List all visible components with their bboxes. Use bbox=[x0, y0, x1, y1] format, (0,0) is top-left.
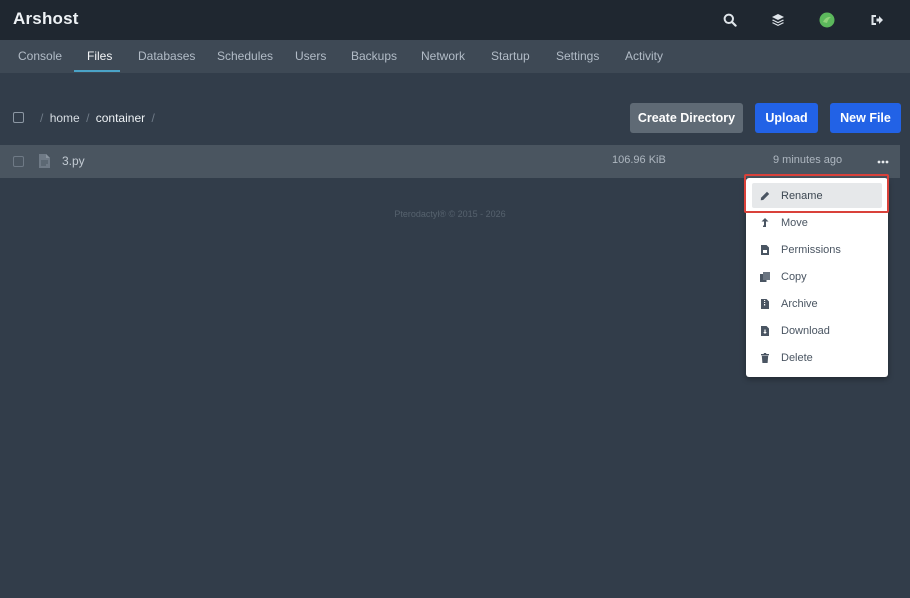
menu-item-label: Rename bbox=[781, 189, 823, 202]
tab-files[interactable]: Files bbox=[87, 40, 112, 73]
breadcrumb-container[interactable]: container bbox=[96, 111, 145, 125]
tab-settings[interactable]: Settings bbox=[556, 40, 599, 73]
file-name[interactable]: 3.py bbox=[62, 154, 85, 168]
tab-console[interactable]: Console bbox=[18, 40, 62, 73]
menu-item-move[interactable]: Move bbox=[752, 210, 882, 235]
move-arrow-icon bbox=[759, 217, 771, 229]
avatar[interactable] bbox=[818, 11, 836, 29]
tab-schedules[interactable]: Schedules bbox=[217, 40, 273, 73]
app-title[interactable]: Arshost bbox=[13, 9, 79, 29]
file-select-checkbox[interactable] bbox=[13, 156, 24, 167]
tab-users[interactable]: Users bbox=[295, 40, 326, 73]
trash-icon bbox=[759, 352, 771, 364]
menu-item-label: Delete bbox=[781, 351, 813, 364]
file-size: 106.96 KiB bbox=[612, 154, 666, 166]
logout-icon[interactable] bbox=[868, 11, 886, 29]
pencil-icon bbox=[759, 190, 771, 202]
file-row[interactable]: 3.py 106.96 KiB 9 minutes ago bbox=[0, 145, 900, 178]
menu-item-label: Download bbox=[781, 324, 830, 337]
breadcrumb-separator: / bbox=[40, 111, 44, 125]
file-context-menu: Rename Move Permissions Copy Archive Dow… bbox=[746, 178, 888, 377]
breadcrumb-separator: / bbox=[151, 111, 155, 125]
search-icon[interactable] bbox=[721, 11, 739, 29]
breadcrumb-separator: / bbox=[86, 111, 90, 125]
menu-item-rename[interactable]: Rename bbox=[752, 183, 882, 208]
menu-item-permissions[interactable]: Permissions bbox=[752, 237, 882, 262]
create-directory-button[interactable]: Create Directory bbox=[630, 103, 743, 133]
file-modified: 9 minutes ago bbox=[773, 154, 843, 166]
file-lock-icon bbox=[759, 244, 771, 256]
download-icon bbox=[759, 325, 771, 337]
tab-startup[interactable]: Startup bbox=[491, 40, 530, 73]
upload-button[interactable]: Upload bbox=[755, 103, 818, 133]
more-options-icon[interactable] bbox=[874, 155, 892, 169]
menu-item-label: Copy bbox=[781, 270, 807, 283]
file-icon bbox=[39, 154, 50, 168]
active-tab-indicator bbox=[74, 70, 120, 72]
tab-activity[interactable]: Activity bbox=[625, 40, 663, 73]
breadcrumb: / home / container / bbox=[37, 111, 158, 125]
new-file-button[interactable]: New File bbox=[830, 103, 901, 133]
tab-databases[interactable]: Databases bbox=[138, 40, 195, 73]
top-bar: Arshost bbox=[0, 0, 910, 40]
layers-icon[interactable] bbox=[769, 11, 787, 29]
archive-icon bbox=[759, 298, 771, 310]
menu-item-label: Archive bbox=[781, 297, 818, 310]
tab-network[interactable]: Network bbox=[421, 40, 465, 73]
menu-item-archive[interactable]: Archive bbox=[752, 291, 882, 316]
tab-backups[interactable]: Backups bbox=[351, 40, 397, 73]
copy-icon bbox=[759, 271, 771, 283]
menu-item-label: Permissions bbox=[781, 243, 841, 256]
server-nav: Console Files Databases Schedules Users … bbox=[0, 40, 910, 73]
menu-item-label: Move bbox=[781, 216, 808, 229]
menu-item-copy[interactable]: Copy bbox=[752, 264, 882, 289]
breadcrumb-home[interactable]: home bbox=[50, 111, 80, 125]
select-all-checkbox[interactable] bbox=[13, 112, 24, 123]
menu-item-download[interactable]: Download bbox=[752, 318, 882, 343]
menu-item-delete[interactable]: Delete bbox=[752, 345, 882, 370]
